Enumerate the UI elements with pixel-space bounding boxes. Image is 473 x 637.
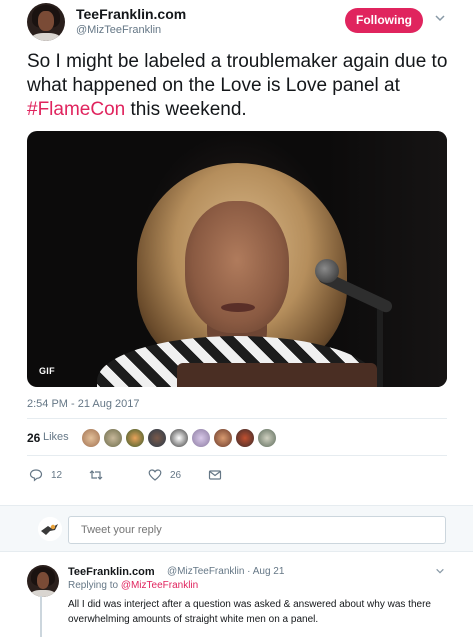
retweet-button[interactable] xyxy=(89,465,111,485)
tweet-actions: 12 26 xyxy=(27,465,447,485)
liker-avatar-3[interactable] xyxy=(125,428,145,448)
likes-count[interactable]: 26 xyxy=(27,431,40,445)
tweet-header: TeeFranklin.com @MizTeeFranklin Followin… xyxy=(0,0,473,48)
reply-button[interactable]: 12 xyxy=(29,465,62,485)
liker-avatar-1[interactable] xyxy=(81,428,101,448)
hashtag-link[interactable]: #FlameCon xyxy=(27,99,125,120)
replying-to-label: Replying to xyxy=(68,580,121,591)
tweet-gif-media[interactable]: GIF xyxy=(27,131,447,387)
liker-avatar-2[interactable] xyxy=(103,428,123,448)
reply-input[interactable] xyxy=(68,516,446,544)
chevron-down-icon[interactable] xyxy=(433,12,447,26)
liker-avatar-4[interactable] xyxy=(147,428,167,448)
tweet-text-before: So I might be labeled a troublemaker aga… xyxy=(27,51,448,96)
liker-avatar-7[interactable] xyxy=(213,428,233,448)
liker-avatar-9[interactable] xyxy=(257,428,277,448)
replying-to-handle[interactable]: @MizTeeFranklin xyxy=(121,580,198,591)
replying-to: Replying to @MizTeeFranklin xyxy=(68,580,198,591)
liker-avatar-6[interactable] xyxy=(191,428,211,448)
like-button[interactable]: 26 xyxy=(148,465,181,485)
current-user-avatar xyxy=(38,517,62,541)
following-button[interactable]: Following xyxy=(345,8,423,33)
reply-meta: @MizTeeFranklin · Aug 21 xyxy=(167,566,285,577)
tweet-text-after: this weekend. xyxy=(125,99,247,120)
liker-avatar-5[interactable] xyxy=(169,428,189,448)
gif-badge: GIF xyxy=(39,366,55,376)
retweet-icon xyxy=(89,470,103,480)
likes-label[interactable]: Likes xyxy=(43,431,69,443)
tweet-timestamp[interactable]: 2:54 PM - 21 Aug 2017 xyxy=(27,398,140,410)
divider xyxy=(27,418,447,419)
reply-author-avatar[interactable] xyxy=(27,565,59,597)
reply-composer xyxy=(0,505,473,552)
tweet-text: So I might be labeled a troublemaker aga… xyxy=(27,50,457,122)
heart-icon xyxy=(148,469,162,481)
direct-message-button[interactable] xyxy=(208,465,222,485)
liker-avatar-8[interactable] xyxy=(235,428,255,448)
reply-author-name[interactable]: TeeFranklin.com xyxy=(68,566,155,578)
reply-count: 12 xyxy=(51,469,63,481)
author-avatar[interactable] xyxy=(27,3,65,41)
author-handle[interactable]: @MizTeeFranklin xyxy=(76,24,161,36)
reply-icon xyxy=(29,469,43,482)
envelope-icon xyxy=(208,470,222,480)
thread-line xyxy=(40,596,42,637)
like-count: 26 xyxy=(170,469,182,481)
author-display-name[interactable]: TeeFranklin.com xyxy=(76,6,186,22)
chevron-down-icon[interactable] xyxy=(435,566,445,579)
reply-body: All I did was interject after a question… xyxy=(68,599,431,625)
likes-row: 26 Likes xyxy=(27,427,447,449)
divider xyxy=(27,455,447,456)
